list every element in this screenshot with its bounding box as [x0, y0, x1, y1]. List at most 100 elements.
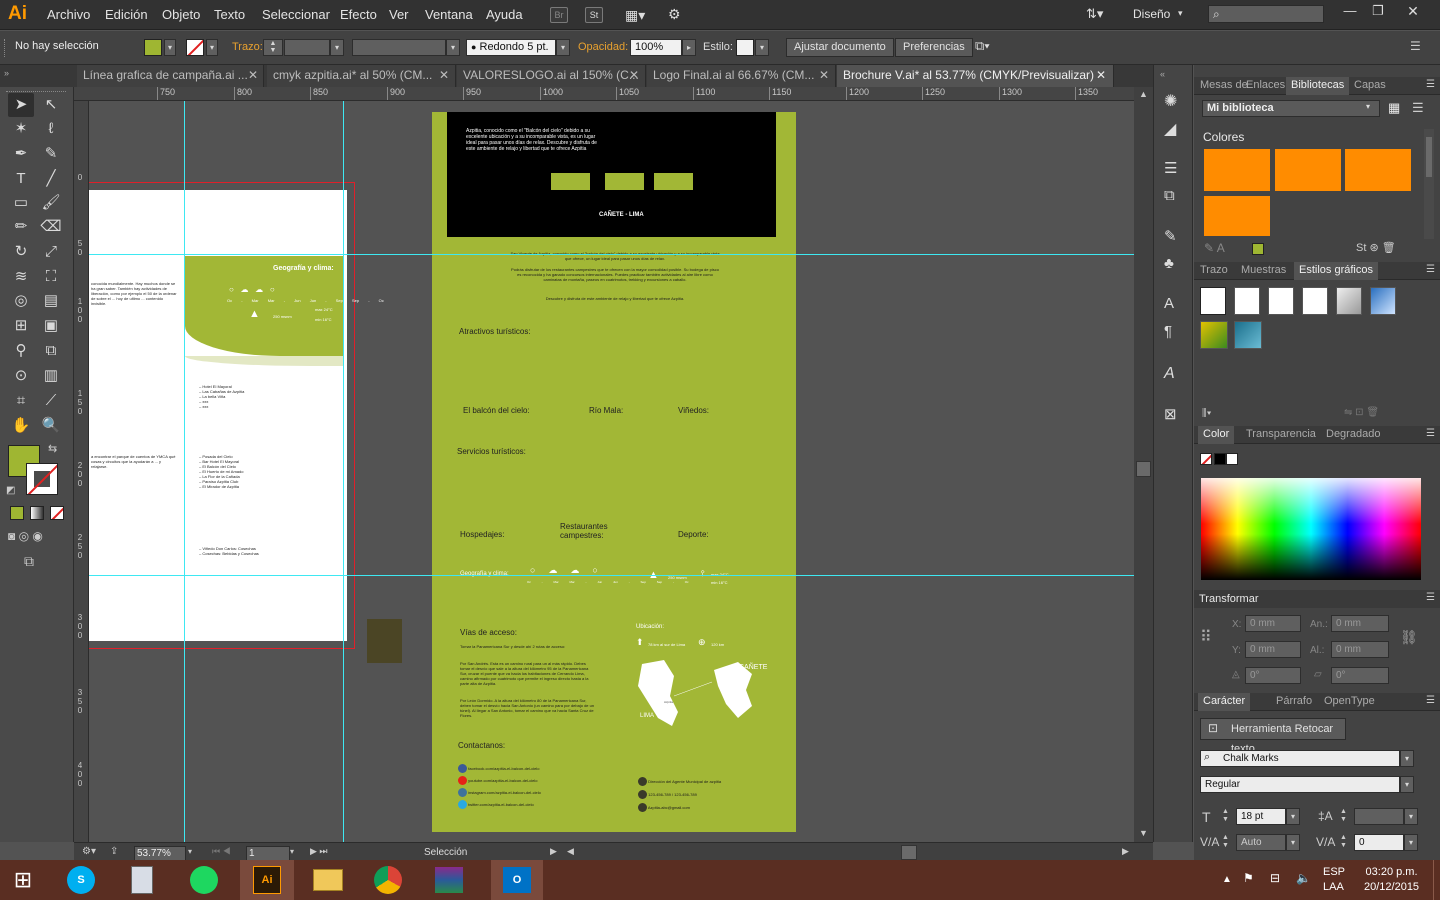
flag-icon[interactable]: ⚑: [1243, 871, 1254, 885]
brushes-icon[interactable]: ✎: [1164, 227, 1177, 245]
eraser-icon[interactable]: ⌫: [38, 215, 64, 239]
graphic-style-swatch[interactable]: [736, 39, 754, 56]
menu-ver[interactable]: Ver: [389, 7, 409, 22]
gpu-performance-icon[interactable]: ⚙: [668, 6, 690, 24]
tab-capas[interactable]: Capas: [1354, 77, 1386, 95]
graphic-style-default[interactable]: [1200, 287, 1226, 315]
artboard-tool-icon[interactable]: ⌗: [8, 389, 34, 413]
image-trace-icon[interactable]: ⊠: [1164, 405, 1177, 423]
stroke-stepper[interactable]: ▲ ▼: [263, 39, 283, 56]
chevron-down-icon[interactable]: ▾: [755, 39, 769, 56]
symbol-sprayer-icon[interactable]: ⊙: [8, 364, 34, 388]
chevron-right-icon[interactable]: ▸: [682, 39, 696, 56]
line-tool-icon[interactable]: ╱: [38, 167, 64, 191]
share-icon[interactable]: ⇪: [110, 846, 118, 857]
leading-stepper[interactable]: ▲ ▼: [1340, 808, 1347, 824]
fill-color-swatch[interactable]: [144, 39, 162, 56]
font-style-field[interactable]: Regular: [1200, 776, 1400, 793]
width-tool-icon[interactable]: ≋: [8, 265, 34, 289]
graphic-style-swatch[interactable]: [1370, 287, 1396, 315]
artboard-canvas[interactable]: Geografía y clima: ○ ☁ ☁ ○ Oc - Mar Mar …: [89, 101, 1134, 842]
panel-menu-icon[interactable]: ☰: [1426, 428, 1435, 439]
collapse-icon[interactable]: «: [1160, 69, 1165, 79]
stroke-dropdown[interactable]: ▾: [206, 39, 218, 56]
touch-type-button[interactable]: Herramienta Retocar texto: [1200, 718, 1346, 755]
graphic-style-swatch[interactable]: [1302, 287, 1328, 315]
menu-objeto[interactable]: Objeto: [162, 7, 200, 22]
dark-swatch-object[interactable]: [367, 619, 402, 663]
tab-logo-final[interactable]: Logo Final.ai al 66.67% (CM...: [647, 65, 836, 87]
chevron-down-icon[interactable]: ▾: [446, 39, 460, 56]
panel-menu-icon[interactable]: ☰: [1410, 39, 1421, 53]
horizontal-ruler[interactable]: 750 800 850 900 950 1000 1050 1100 1150 …: [74, 87, 1134, 101]
graphic-style-swatch[interactable]: [1234, 287, 1260, 315]
library-color-swatch[interactable]: [1204, 196, 1270, 236]
hand-tool-icon[interactable]: ✋: [8, 414, 34, 438]
menu-seleccionar[interactable]: Seleccionar: [262, 7, 330, 22]
magic-wand-icon[interactable]: ✶: [8, 117, 34, 141]
glyphs-icon[interactable]: A: [1164, 365, 1175, 383]
menu-edicion[interactable]: Edición: [105, 7, 148, 22]
guide-vertical[interactable]: [184, 101, 185, 842]
direct-selection-tool-icon[interactable]: ↖: [38, 93, 64, 117]
spotify-icon[interactable]: [183, 860, 225, 900]
collapse-icon[interactable]: »: [4, 68, 9, 78]
shape-builder-icon[interactable]: ◎: [8, 289, 34, 313]
tab-estilos-graficos[interactable]: Estilos gráficos: [1294, 262, 1378, 280]
zoom-tool-icon[interactable]: 🔍: [38, 414, 64, 438]
tab-opentype[interactable]: OpenType: [1324, 693, 1375, 711]
close-icon[interactable]: ✕: [439, 68, 449, 82]
stroke-color-box[interactable]: [26, 463, 58, 495]
artboard-nav-icon[interactable]: ⚙▾: [82, 846, 96, 857]
x-field[interactable]: 0 mm: [1245, 615, 1301, 632]
sync-settings-icon[interactable]: ⇅▾: [1086, 6, 1103, 22]
stroke-label[interactable]: Trazo:: [232, 41, 263, 53]
help-search-input[interactable]: ⌕: [1208, 5, 1324, 23]
mesh-tool-icon[interactable]: ⊞: [8, 314, 34, 338]
reference-point-icon[interactable]: ⠿: [1200, 627, 1212, 647]
tab-transparencia[interactable]: Transparencia: [1246, 426, 1316, 444]
chevron-down-icon[interactable]: ▾: [1404, 808, 1418, 825]
chevron-down-icon[interactable]: ▾: [1400, 750, 1414, 767]
rotation-field[interactable]: 0°: [1245, 667, 1301, 684]
guide-horizontal[interactable]: [89, 575, 1134, 576]
outlook-icon[interactable]: O: [491, 860, 543, 900]
gradient-panel-icon[interactable]: ◢: [1164, 119, 1176, 139]
next-artboard-icon[interactable]: ▶ ⏭: [310, 846, 328, 857]
list-view-icon[interactable]: ☰: [1412, 100, 1424, 116]
panel-menu-icon[interactable]: ☰: [1426, 695, 1435, 706]
file-explorer-icon[interactable]: [307, 860, 349, 900]
white-color-icon[interactable]: [1226, 453, 1238, 465]
scroll-thumb[interactable]: [1136, 461, 1151, 477]
close-icon[interactable]: ✕: [248, 68, 258, 82]
library-color-swatch[interactable]: [1204, 149, 1270, 191]
color-mode-icon[interactable]: [10, 506, 24, 520]
sun-icon[interactable]: ✺: [1164, 91, 1177, 111]
tab-trazo[interactable]: Trazo: [1200, 262, 1228, 280]
symbols-icon[interactable]: ♣: [1164, 255, 1174, 272]
swap-colors-icon[interactable]: ⇆: [48, 442, 57, 455]
vertical-scrollbar[interactable]: ▲ ▼: [1134, 87, 1153, 842]
brush-definition[interactable]: ● Redondo 5 pt.: [466, 39, 556, 56]
chevron-down-icon[interactable]: ▾: [556, 39, 570, 56]
none-mode-icon[interactable]: [50, 506, 64, 520]
draw-normal-icon[interactable]: ◙ ◎ ◉: [8, 529, 43, 543]
panel-menu-icon[interactable]: ☰: [1426, 79, 1435, 90]
variable-width-profile[interactable]: [352, 39, 446, 56]
graphic-style-swatch[interactable]: [1268, 287, 1294, 315]
show-desktop-button[interactable]: [1433, 860, 1440, 900]
chevron-down-icon[interactable]: ▾: [1286, 808, 1300, 825]
opacity-label[interactable]: Opacidad:: [578, 41, 628, 53]
winrar-icon[interactable]: [428, 860, 470, 900]
font-family-field[interactable]: Chalk Marks: [1200, 750, 1400, 767]
pen-tool-icon[interactable]: ✒: [8, 142, 34, 166]
graphic-style-actions[interactable]: ⇋ ⊡ 🗑: [1344, 407, 1379, 418]
fit-document-button[interactable]: Ajustar documento: [786, 38, 894, 57]
chevron-down-icon[interactable]: ▾: [188, 847, 192, 856]
default-colors-icon[interactable]: ◩: [6, 485, 15, 496]
chrome-icon[interactable]: [367, 860, 409, 900]
kerning-field[interactable]: Auto: [1236, 834, 1286, 851]
none-color-icon[interactable]: [1200, 453, 1212, 465]
tab-enlaces[interactable]: Enlaces: [1246, 77, 1285, 95]
type-tool-icon[interactable]: T: [8, 167, 34, 191]
